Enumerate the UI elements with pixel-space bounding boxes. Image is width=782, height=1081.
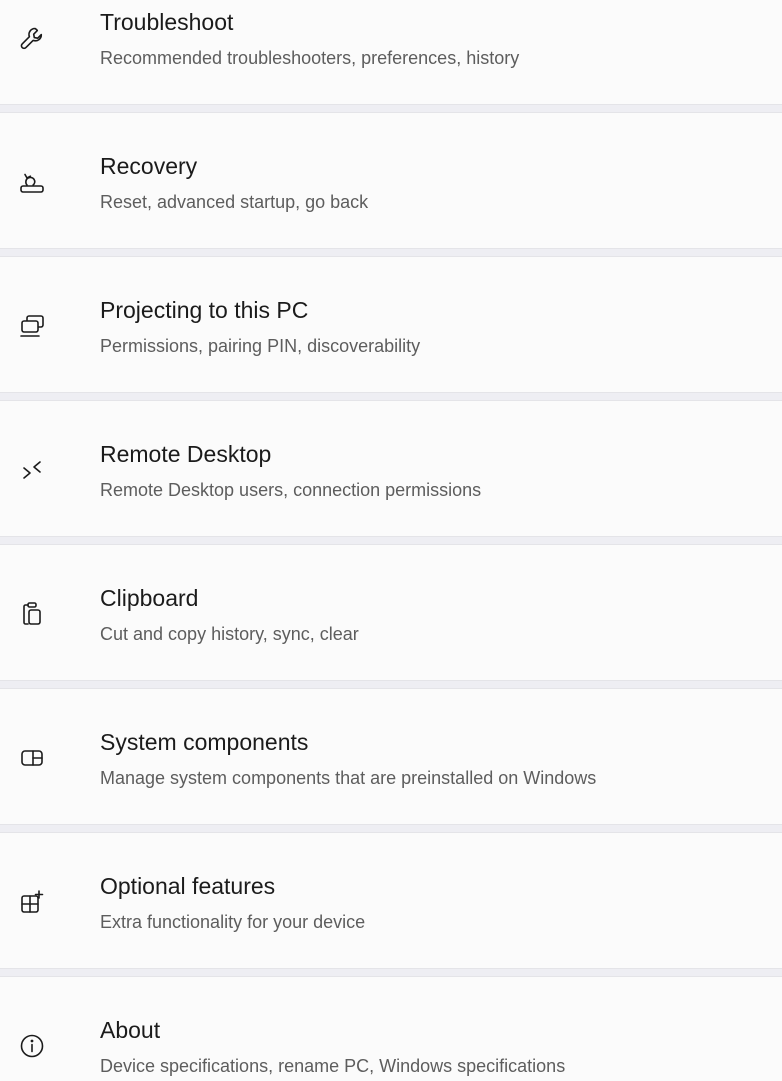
settings-item-recovery[interactable]: Recovery Reset, advanced startup, go bac… [0, 112, 782, 249]
settings-item-title: Troubleshoot [100, 9, 234, 35]
settings-item-description: Extra functionality for your device [100, 912, 366, 932]
settings-item-troubleshoot[interactable]: Troubleshoot Recommended troubleshooters… [0, 0, 782, 105]
settings-item-system-components[interactable]: System components Manage system componen… [0, 688, 782, 825]
info-icon [18, 1032, 46, 1060]
settings-item-description: Recommended troubleshooters, preferences… [100, 48, 520, 68]
settings-item-description: Manage system components that are preins… [100, 768, 597, 788]
clipboard-icon [18, 600, 46, 628]
settings-item-clipboard[interactable]: Clipboard Cut and copy history, sync, cl… [0, 544, 782, 681]
settings-item-title: Clipboard [100, 585, 199, 611]
recovery-icon [18, 168, 46, 196]
settings-item-about[interactable]: About Device specifications, rename PC, … [0, 976, 782, 1081]
settings-item-remote-desktop[interactable]: Remote Desktop Remote Desktop users, con… [0, 400, 782, 537]
settings-item-optional-features[interactable]: Optional features Extra functionality fo… [0, 832, 782, 969]
optional-features-icon [18, 888, 46, 916]
system-components-icon [18, 744, 46, 772]
settings-item-title: Remote Desktop [100, 441, 272, 467]
settings-item-description: Device specifications, rename PC, Window… [100, 1056, 566, 1076]
settings-item-title: Projecting to this PC [100, 297, 309, 323]
projecting-icon [18, 312, 46, 340]
settings-item-title: System components [100, 729, 309, 755]
settings-item-description: Remote Desktop users, connection permiss… [100, 480, 482, 500]
settings-item-title: About [100, 1017, 161, 1043]
settings-item-description: Cut and copy history, sync, clear [100, 624, 359, 644]
settings-item-projecting[interactable]: Projecting to this PC Permissions, pairi… [0, 256, 782, 393]
settings-item-title: Optional features [100, 873, 276, 899]
settings-item-description: Permissions, pairing PIN, discoverabilit… [100, 336, 421, 356]
remote-desktop-icon [18, 456, 46, 484]
settings-list: Troubleshoot Recommended troubleshooters… [0, 0, 782, 1081]
wrench-icon [18, 24, 46, 52]
settings-item-title: Recovery [100, 153, 198, 179]
settings-item-description: Reset, advanced startup, go back [100, 192, 369, 212]
